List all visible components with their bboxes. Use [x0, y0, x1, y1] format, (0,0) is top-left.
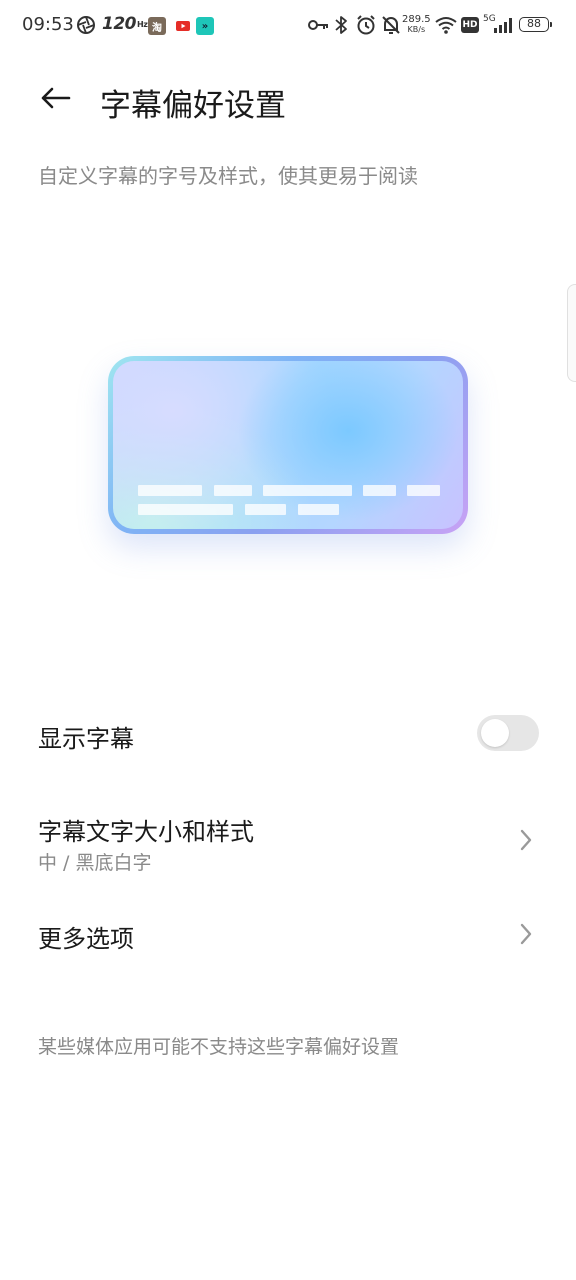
- more-options-row[interactable]: 更多选项: [0, 900, 576, 970]
- caption-line-placeholder: [214, 485, 252, 496]
- caption-line-placeholder: [407, 485, 440, 496]
- more-options-label: 更多选项: [38, 925, 134, 953]
- toggle-knob: [481, 719, 509, 747]
- status-bar: 09:53 120Hz 淘 » 289.5 KB/s HD 5G 88: [0, 0, 576, 52]
- caption-line-placeholder: [263, 485, 352, 496]
- caption-line-placeholder: [363, 485, 396, 496]
- chevron-right-icon: [514, 920, 538, 948]
- edge-panel-handle[interactable]: [567, 284, 576, 382]
- caption-style-value: 中 / 黑底白字: [38, 852, 152, 874]
- refresh-rate: 120Hz: [102, 14, 148, 34]
- caption-line-placeholder: [298, 504, 339, 515]
- key-icon: [308, 14, 330, 36]
- back-arrow-icon: [39, 86, 71, 114]
- hd-badge: HD: [461, 17, 479, 33]
- caption-preview-illustration: [108, 356, 468, 534]
- battery-indicator: 88: [519, 17, 552, 32]
- wifi-icon: [434, 14, 458, 36]
- status-time: 09:53: [22, 14, 74, 35]
- caption-preview-card: [108, 356, 468, 534]
- page-description: 自定义字幕的字号及样式，使其更易于阅读: [38, 164, 418, 188]
- show-captions-label: 显示字幕: [38, 725, 134, 753]
- mute-bell-icon: [380, 14, 402, 36]
- bluetooth-icon: [334, 14, 348, 36]
- back-button[interactable]: [34, 80, 76, 120]
- caption-style-row[interactable]: 字幕文字大小和样式 中 / 黑底白字: [0, 796, 576, 886]
- caption-line-placeholder: [138, 485, 202, 496]
- show-captions-toggle[interactable]: [477, 715, 539, 751]
- youtube-app-icon: [174, 17, 192, 35]
- chevron-right-icon: [514, 826, 538, 854]
- shutter-icon: [76, 14, 96, 36]
- caption-preview-screen: [113, 361, 463, 529]
- caption-line-placeholder: [245, 504, 286, 515]
- caption-line-placeholder: [138, 504, 233, 515]
- caption-style-label: 字幕文字大小和样式: [38, 818, 254, 846]
- cast-app-icon: »: [196, 17, 214, 35]
- taobao-app-icon: 淘: [148, 17, 166, 35]
- signal-icon: [490, 14, 516, 36]
- alarm-icon: [355, 14, 377, 36]
- compatibility-footnote: 某些媒体应用可能不支持这些字幕偏好设置: [38, 1036, 400, 1058]
- page-title: 字幕偏好设置: [100, 88, 286, 124]
- network-speed: 289.5 KB/s: [402, 14, 431, 35]
